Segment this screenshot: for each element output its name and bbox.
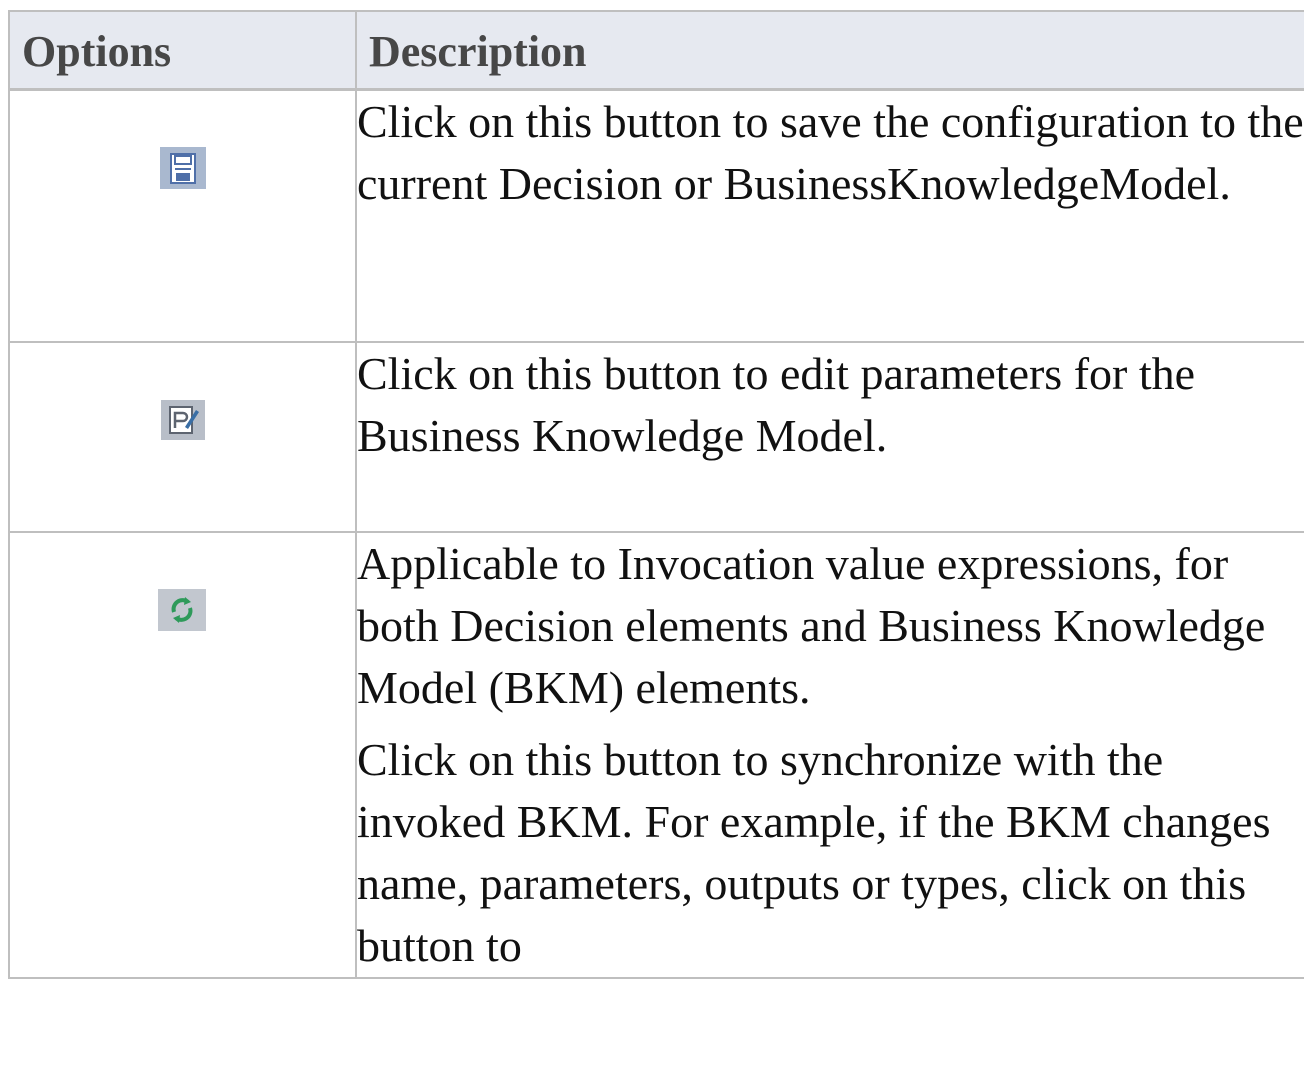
edit-parameters-icon[interactable] (160, 399, 206, 441)
description-text: Click on this button to synchronize with… (357, 734, 1271, 971)
option-icon-cell (8, 341, 357, 533)
description-text: Click on this button to edit parameters … (357, 348, 1196, 461)
description-text: Applicable to Invocation value expressio… (357, 538, 1266, 713)
table-row: Click on this button to edit parameters … (8, 341, 1304, 533)
table-row: Applicable to Invocation value expressio… (8, 531, 1304, 979)
option-description-cell: Click on this button to edit parameters … (355, 341, 1304, 533)
options-header-label: Options (22, 27, 172, 76)
option-icon-cell (8, 88, 357, 343)
synchronize-icon[interactable] (158, 589, 206, 631)
options-column-header: Options (8, 10, 357, 91)
table-row: Click on this button to save the configu… (8, 88, 1304, 343)
description-column-header: Description (355, 10, 1304, 91)
table-header-row: Options Description (8, 10, 1304, 91)
page: Options Description Click on this button… (0, 0, 1304, 1084)
description-header-label: Description (369, 27, 587, 76)
option-description-cell: Click on this button to save the configu… (355, 88, 1304, 343)
save-icon[interactable] (160, 147, 206, 189)
option-description-cell: Applicable to Invocation value expressio… (355, 531, 1304, 979)
options-table: Options Description Click on this button… (8, 10, 1304, 979)
option-icon-cell (8, 531, 357, 979)
description-text: Click on this button to save the configu… (357, 96, 1304, 209)
